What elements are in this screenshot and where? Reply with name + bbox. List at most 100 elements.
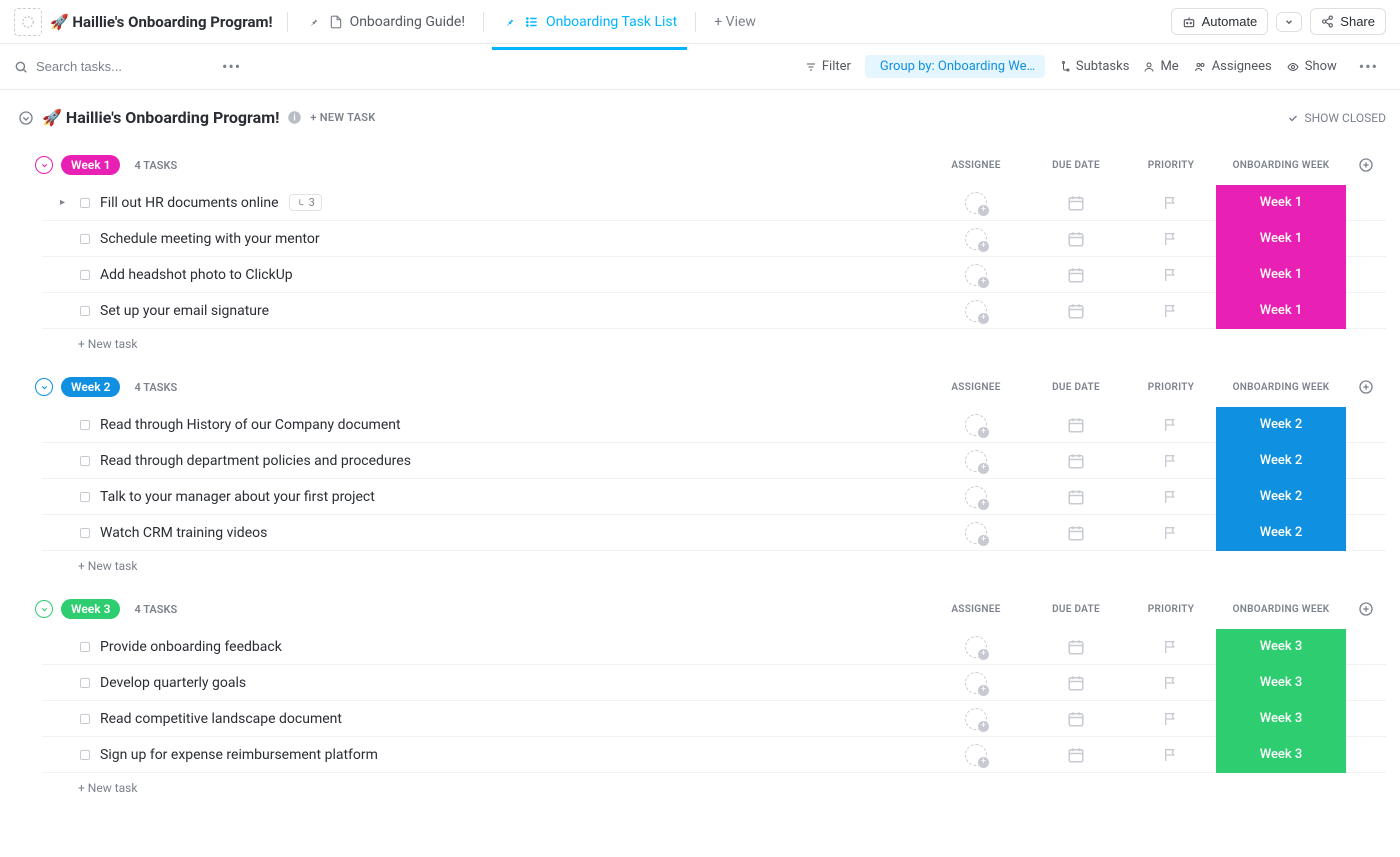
cell-priority[interactable] bbox=[1126, 665, 1216, 701]
add-view[interactable]: + View bbox=[710, 4, 760, 40]
task-row[interactable]: Read through History of our Company docu… bbox=[42, 407, 1386, 443]
cell-priority[interactable] bbox=[1126, 443, 1216, 479]
group-label[interactable]: Week 2 bbox=[61, 377, 120, 397]
filter-button[interactable]: Filter bbox=[805, 59, 851, 74]
group-by-button[interactable]: Group by: Onboarding We… bbox=[865, 55, 1045, 78]
expand-caret-icon[interactable]: ▸ bbox=[60, 197, 70, 208]
task-row[interactable]: Develop quarterly goals Week 3 bbox=[42, 665, 1386, 701]
cell-due[interactable] bbox=[1026, 665, 1126, 701]
cell-week[interactable]: Week 1 bbox=[1216, 185, 1346, 221]
tab-tasklist[interactable]: Onboarding Task List bbox=[498, 4, 681, 40]
calendar-icon[interactable] bbox=[1067, 746, 1085, 764]
flag-icon[interactable] bbox=[1163, 525, 1179, 541]
cell-due[interactable] bbox=[1026, 737, 1126, 773]
cell-priority[interactable] bbox=[1126, 701, 1216, 737]
cell-assignee[interactable] bbox=[926, 479, 1026, 515]
status-checkbox[interactable] bbox=[80, 642, 90, 652]
flag-icon[interactable] bbox=[1163, 639, 1179, 655]
cell-priority[interactable] bbox=[1126, 293, 1216, 329]
task-row[interactable]: Set up your email signature Week 1 bbox=[42, 293, 1386, 329]
status-checkbox[interactable] bbox=[80, 678, 90, 688]
assignee-placeholder-icon[interactable] bbox=[965, 300, 987, 322]
task-title[interactable]: Provide onboarding feedback bbox=[100, 639, 282, 655]
group-label[interactable]: Week 1 bbox=[61, 155, 120, 175]
cell-assignee[interactable] bbox=[926, 185, 1026, 221]
cell-week[interactable]: Week 1 bbox=[1216, 293, 1346, 329]
cell-assignee[interactable] bbox=[926, 293, 1026, 329]
group-label[interactable]: Week 3 bbox=[61, 599, 120, 619]
cell-due[interactable] bbox=[1026, 701, 1126, 737]
flag-icon[interactable] bbox=[1163, 489, 1179, 505]
assignees-button[interactable]: Assignees bbox=[1193, 59, 1272, 74]
share-button[interactable]: Share bbox=[1310, 8, 1386, 35]
status-checkbox[interactable] bbox=[80, 714, 90, 724]
add-task-row[interactable]: + New task bbox=[42, 551, 1386, 573]
automate-button[interactable]: Automate bbox=[1171, 8, 1269, 35]
cell-priority[interactable] bbox=[1126, 629, 1216, 665]
list-title[interactable]: 🚀 Haillie's Onboarding Program! bbox=[42, 108, 279, 127]
flag-icon[interactable] bbox=[1163, 231, 1179, 247]
calendar-icon[interactable] bbox=[1067, 230, 1085, 248]
status-checkbox[interactable] bbox=[80, 492, 90, 502]
cell-week[interactable]: Week 3 bbox=[1216, 737, 1346, 773]
task-row[interactable]: Watch CRM training videos Week 2 bbox=[42, 515, 1386, 551]
cell-assignee[interactable] bbox=[926, 701, 1026, 737]
cell-due[interactable] bbox=[1026, 185, 1126, 221]
task-row[interactable]: ▸ Fill out HR documents online 3 Week 1 bbox=[42, 185, 1386, 221]
status-checkbox[interactable] bbox=[80, 234, 90, 244]
automate-dropdown[interactable] bbox=[1276, 12, 1302, 32]
cell-due[interactable] bbox=[1026, 221, 1126, 257]
cell-priority[interactable] bbox=[1126, 737, 1216, 773]
cell-priority[interactable] bbox=[1126, 185, 1216, 221]
calendar-icon[interactable] bbox=[1067, 416, 1085, 434]
list-settings-icon[interactable] bbox=[14, 8, 42, 36]
assignee-placeholder-icon[interactable] bbox=[965, 228, 987, 250]
cell-due[interactable] bbox=[1026, 293, 1126, 329]
cell-priority[interactable] bbox=[1126, 479, 1216, 515]
program-title[interactable]: 🚀 Haillie's Onboarding Program! bbox=[50, 13, 273, 31]
search-input[interactable] bbox=[36, 59, 186, 74]
assignee-placeholder-icon[interactable] bbox=[965, 522, 987, 544]
cell-week[interactable]: Week 3 bbox=[1216, 629, 1346, 665]
cell-due[interactable] bbox=[1026, 443, 1126, 479]
flag-icon[interactable] bbox=[1163, 303, 1179, 319]
me-button[interactable]: Me bbox=[1143, 59, 1178, 74]
col-add[interactable] bbox=[1346, 379, 1386, 395]
plus-circle-icon[interactable] bbox=[1358, 157, 1374, 173]
cell-due[interactable] bbox=[1026, 515, 1126, 551]
col-add[interactable] bbox=[1346, 601, 1386, 617]
cell-assignee[interactable] bbox=[926, 629, 1026, 665]
add-task-row[interactable]: + New task bbox=[42, 329, 1386, 351]
status-checkbox[interactable] bbox=[80, 528, 90, 538]
cell-priority[interactable] bbox=[1126, 515, 1216, 551]
cell-week[interactable]: Week 1 bbox=[1216, 221, 1346, 257]
assignee-placeholder-icon[interactable] bbox=[965, 486, 987, 508]
task-title[interactable]: Read through History of our Company docu… bbox=[100, 417, 401, 433]
assignee-placeholder-icon[interactable] bbox=[965, 450, 987, 472]
cell-assignee[interactable] bbox=[926, 443, 1026, 479]
calendar-icon[interactable] bbox=[1067, 524, 1085, 542]
toolbar-more[interactable]: ••• bbox=[1351, 53, 1386, 80]
calendar-icon[interactable] bbox=[1067, 266, 1085, 284]
task-row[interactable]: Read competitive landscape document Week… bbox=[42, 701, 1386, 737]
task-title[interactable]: Read competitive landscape document bbox=[100, 711, 342, 727]
cell-assignee[interactable] bbox=[926, 515, 1026, 551]
task-title[interactable]: Watch CRM training videos bbox=[100, 525, 267, 541]
add-task-row[interactable]: + New task bbox=[42, 773, 1386, 795]
cell-priority[interactable] bbox=[1126, 257, 1216, 293]
cell-week[interactable]: Week 2 bbox=[1216, 443, 1346, 479]
calendar-icon[interactable] bbox=[1067, 302, 1085, 320]
flag-icon[interactable] bbox=[1163, 453, 1179, 469]
task-title[interactable]: Read through department policies and pro… bbox=[100, 453, 411, 469]
cell-due[interactable] bbox=[1026, 479, 1126, 515]
subtasks-button[interactable]: Subtasks bbox=[1059, 59, 1130, 74]
cell-week[interactable]: Week 2 bbox=[1216, 407, 1346, 443]
status-checkbox[interactable] bbox=[80, 306, 90, 316]
assignee-placeholder-icon[interactable] bbox=[965, 744, 987, 766]
calendar-icon[interactable] bbox=[1067, 710, 1085, 728]
plus-circle-icon[interactable] bbox=[1358, 379, 1374, 395]
status-checkbox[interactable] bbox=[80, 270, 90, 280]
assignee-placeholder-icon[interactable] bbox=[965, 672, 987, 694]
task-title[interactable]: Fill out HR documents online bbox=[100, 195, 279, 211]
cell-assignee[interactable] bbox=[926, 737, 1026, 773]
